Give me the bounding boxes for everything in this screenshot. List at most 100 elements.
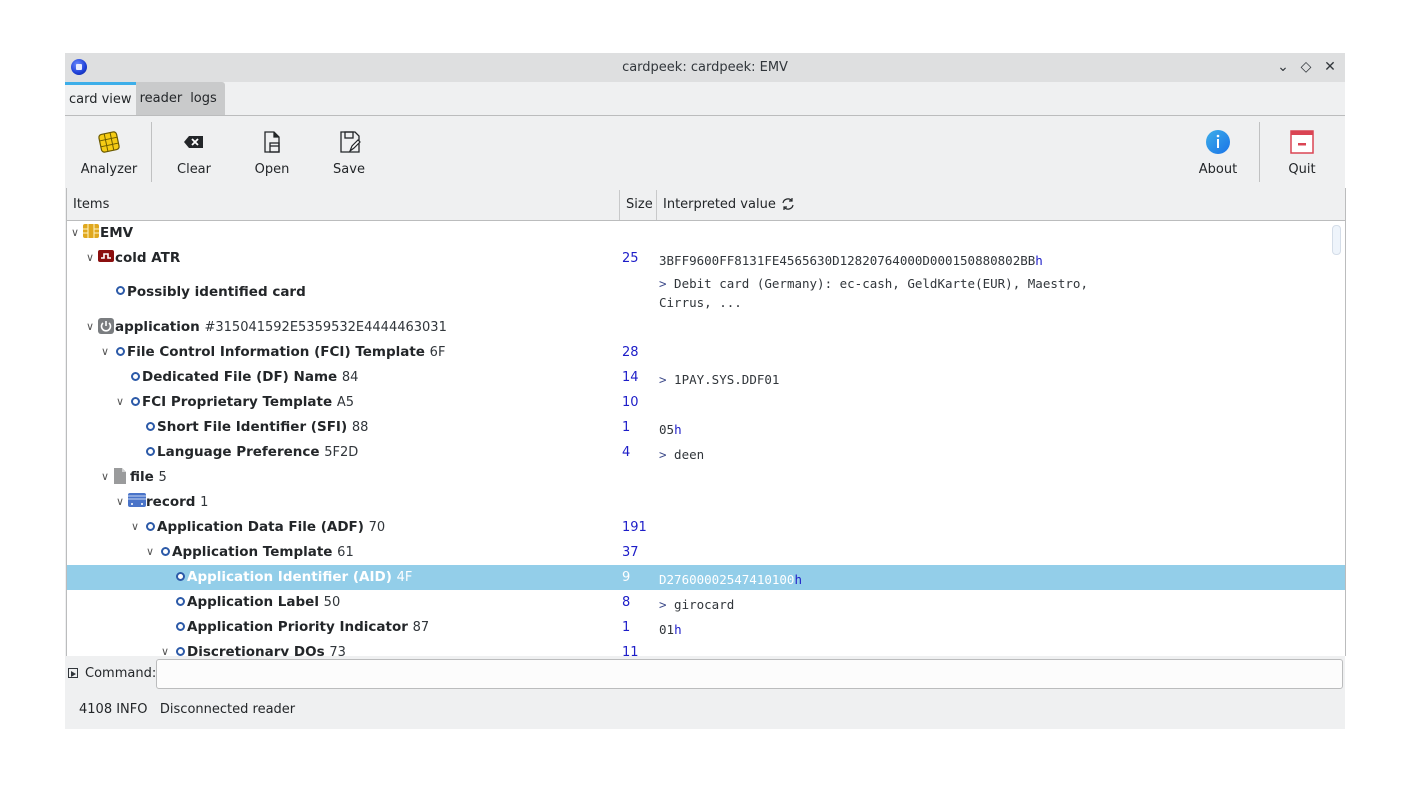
command-bar: Command: [65, 657, 1345, 691]
tree-row[interactable]: Language Preference 5F2D 4 > deen [67, 440, 1345, 465]
column-header-items[interactable]: Items [67, 188, 619, 220]
scrollbar-thumb[interactable] [1332, 225, 1341, 255]
hex-suffix: h [674, 622, 682, 637]
value-text: D27600002547410100 [659, 572, 795, 587]
value-prefix: > [659, 447, 667, 462]
atr-icon [98, 249, 114, 263]
tree-row[interactable]: ∨ cold ATR 25 3BFF9600FF8131FE4565630D12820… [67, 246, 1345, 271]
command-toggle-icon[interactable] [68, 668, 78, 678]
tree-row[interactable]: ∨ File Control Information (FCI) Template… [67, 340, 1345, 365]
about-label: About [1198, 162, 1238, 177]
node-label: EMV [100, 225, 134, 241]
tree-row[interactable]: Short File Identifier (SFI) 88 1 05h [67, 415, 1345, 440]
node-value: D27600002547410100h [659, 570, 802, 589]
tab-logs[interactable]: logs [186, 82, 221, 115]
node-tag: 87 [412, 620, 430, 635]
node-tag: 70 [368, 520, 386, 535]
record-icon [128, 493, 146, 507]
node-label: Application Priority Indicator [187, 619, 408, 635]
node-name: record 1 [146, 494, 208, 510]
expand-toggle-icon[interactable]: ∨ [144, 542, 156, 562]
minimize-button[interactable]: ⌄ [1274, 58, 1292, 76]
node-name: Discretionary DOs 73 [187, 644, 346, 656]
status-bar: 4108 INFO Disconnected reader [79, 702, 295, 717]
tree-row[interactable]: Application Priority Indicator 87 1 01h [67, 615, 1345, 640]
save-label: Save [333, 162, 365, 177]
node-name: Short File Identifier (SFI) 88 [157, 419, 368, 435]
quit-label: Quit [1288, 162, 1316, 177]
node-name: cold ATR [115, 250, 180, 266]
expand-toggle-icon[interactable]: ∨ [84, 248, 96, 268]
tree-row[interactable]: ∨ application #315041592E5359532E44444630… [67, 315, 1345, 340]
node-value: 3BFF9600FF8131FE4565630D12820764000D0001… [659, 251, 1043, 270]
node-size: 37 [622, 545, 639, 560]
quit-window-icon [1290, 130, 1314, 154]
node-size: 14 [622, 370, 639, 385]
analyzer-label: Analyzer [80, 162, 138, 177]
node-tag: 88 [351, 420, 369, 435]
expand-toggle-icon[interactable]: ∨ [159, 642, 171, 656]
tree-row[interactable]: ∨ Application Template 61 37 [67, 540, 1345, 565]
node-value: > Debit card (Germany): ec-cash, GeldKar… [659, 274, 1088, 312]
expand-toggle-icon[interactable]: ∨ [129, 517, 141, 537]
tree-row[interactable]: ∨ record 1 [67, 490, 1345, 515]
chip-icon [83, 224, 99, 238]
node-size: 8 [622, 595, 631, 610]
column-header-size[interactable]: Size [620, 188, 656, 220]
refresh-icon[interactable] [781, 197, 795, 211]
node-tag: 73 [329, 645, 346, 656]
node-size: 4 [622, 445, 631, 460]
node-value: > 1PAY.SYS.DDF01 [659, 370, 779, 389]
tree-row[interactable]: ∨ FCI Proprietary Template A5 10 [67, 390, 1345, 415]
node-tag: 50 [323, 595, 341, 610]
tree-row[interactable]: ∨ Application Data File (ADF) 70 191 [67, 515, 1345, 540]
column-header-value[interactable]: Interpreted value [657, 188, 797, 220]
maximize-button[interactable]: ◇ [1297, 58, 1315, 76]
node-label: Short File Identifier (SFI) [157, 419, 348, 435]
node-value: > deen [659, 445, 704, 464]
expand-toggle-icon[interactable]: ∨ [114, 492, 126, 512]
value-prefix: > [659, 597, 667, 612]
expand-toggle-icon[interactable]: ∨ [114, 392, 126, 412]
tab-reader[interactable]: reader [136, 82, 187, 115]
info-icon [1206, 130, 1230, 154]
toolbar-separator [1259, 122, 1260, 182]
node-tag: 84 [341, 370, 359, 385]
node-tag: 4F [396, 570, 413, 585]
tree-row[interactable]: Possibly identified card > Debit card (Ge… [67, 272, 1345, 315]
quit-button[interactable]: Quit [1272, 116, 1332, 188]
analyzer-button[interactable]: Analyzer [74, 116, 144, 188]
tree-row[interactable]: ∨ file 5 [67, 465, 1345, 490]
tree-row[interactable]: Application Label 50 8 > girocard [67, 590, 1345, 615]
tree-row[interactable]: Application Identifier (AID) 4F 9 D2760000… [67, 565, 1345, 590]
tab-card-view[interactable]: card view [65, 82, 136, 115]
tree-row[interactable]: ∨ Discretionary DOs 73 11 [67, 640, 1345, 656]
tree-row[interactable]: ∨ EMV [67, 221, 1345, 246]
card-tree-view[interactable]: Items Size Interpreted value ∨ EMV ∨ cold A… [66, 188, 1346, 656]
node-size: 1 [622, 420, 631, 435]
clear-button[interactable]: Clear [164, 116, 224, 188]
node-label: record [146, 494, 196, 510]
toolbar-separator [151, 122, 152, 182]
open-button[interactable]: Open [242, 116, 302, 188]
node-name: Dedicated File (DF) Name 84 [142, 369, 358, 385]
expand-toggle-icon[interactable]: ∨ [69, 223, 81, 243]
expand-toggle-icon[interactable]: ∨ [99, 467, 111, 487]
clear-label: Clear [177, 162, 211, 177]
expand-toggle-icon[interactable]: ∨ [99, 342, 111, 362]
tree-row[interactable]: Dedicated File (DF) Name 84 14 > 1PAY.SYS.… [67, 365, 1345, 390]
value-text: 3BFF9600FF8131FE4565630D12820764000D0001… [659, 253, 1036, 268]
close-button[interactable]: ✕ [1321, 58, 1339, 76]
node-name: FCI Proprietary Template A5 [142, 394, 354, 410]
node-name: Application Data File (ADF) 70 [157, 519, 385, 535]
node-size: 9 [622, 570, 631, 585]
value-text: girocard [666, 597, 735, 612]
save-button[interactable]: Save [319, 116, 379, 188]
expand-toggle-icon[interactable]: ∨ [84, 317, 96, 337]
node-tag: 5F2D [324, 445, 359, 460]
node-label: File Control Information (FCI) Template [127, 344, 425, 360]
command-input[interactable] [156, 659, 1343, 689]
value-text: Debit card (Germany): ec-cash, GeldKarte… [659, 276, 1088, 310]
power-icon [98, 318, 114, 334]
about-button[interactable]: About [1188, 116, 1248, 188]
